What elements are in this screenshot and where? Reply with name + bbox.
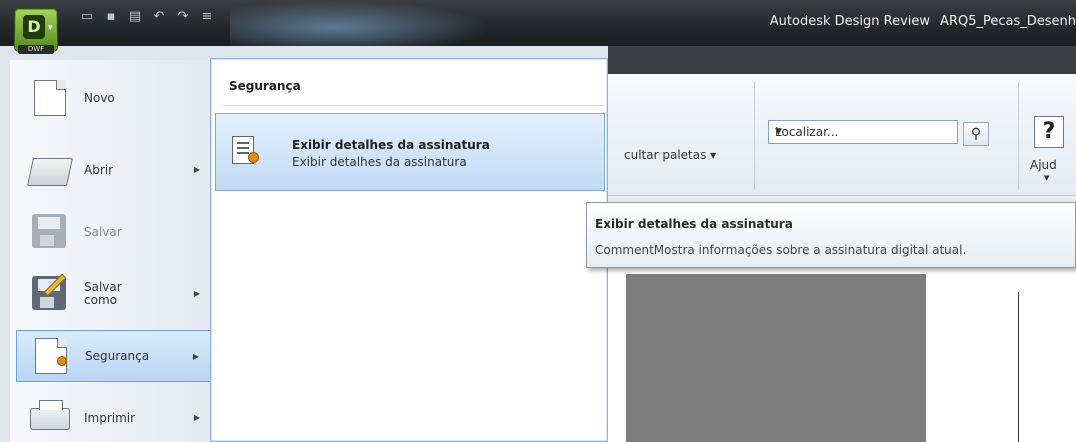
redo-icon[interactable]: ↷ xyxy=(174,9,192,25)
ribbon: cultar paletas ▾ Localizar... ▼ ⚲ ? Ajud… xyxy=(608,74,1076,196)
menu-item-label: Salvar xyxy=(84,224,122,239)
ribbon-separator xyxy=(754,82,755,190)
divider xyxy=(1018,292,1019,442)
save-icon xyxy=(30,214,72,250)
tooltip: Exibir detalhes da assinatura CommentMos… xyxy=(586,202,1076,268)
security-document-icon xyxy=(31,338,73,374)
undo-icon[interactable]: ↶ xyxy=(150,9,168,25)
tooltip-title: Exibir detalhes da assinatura xyxy=(595,217,793,231)
signature-details-icon xyxy=(232,136,260,168)
chevron-down-icon: ▾ xyxy=(48,23,53,33)
document-name: ARQ5_Pecas_Desenh xyxy=(940,14,1076,29)
menu-item-salvar-como[interactable]: Salvar como ▶ xyxy=(16,268,212,320)
chevron-right-icon: ▶ xyxy=(193,413,200,422)
chevron-down-icon[interactable]: ▼ xyxy=(1044,174,1049,182)
menu-item-label: Novo xyxy=(84,90,115,105)
save-as-icon xyxy=(30,273,72,312)
menu-item-label: Salvar como xyxy=(84,281,122,307)
new-document-icon xyxy=(30,80,72,116)
menu-item-abrir[interactable]: Abrir ▶ xyxy=(16,144,212,196)
save-icon[interactable]: ▪ xyxy=(102,9,120,25)
hide-palettes-button[interactable]: cultar paletas ▾ xyxy=(624,148,716,162)
menu-item-salvar[interactable]: Salvar xyxy=(16,206,212,258)
window-title: Autodesk Design Review ARQ5_Pecas_Desenh xyxy=(770,14,1076,29)
new-doc-icon[interactable]: ▭ xyxy=(78,9,96,25)
open-folder-icon xyxy=(27,152,73,188)
title-bar: ▭ ▪ ▤ ↶ ↷ ≡ Autodesk Design Review ARQ5_P… xyxy=(0,0,1076,46)
menu-item-label: Abrir xyxy=(84,162,114,177)
app-button-tag: DWF xyxy=(18,45,54,54)
submenu-item-title: Exibir detalhes da assinatura xyxy=(292,138,490,152)
binoculars-icon[interactable]: ⚲ xyxy=(963,122,989,146)
chevron-right-icon: ▶ xyxy=(193,289,200,298)
hide-palettes-label: cultar paletas xyxy=(624,148,707,162)
show-signature-details-item[interactable]: Exibir detalhes da assinatura Exibir det… xyxy=(215,113,605,191)
chevron-down-icon: ▾ xyxy=(710,148,717,162)
security-submenu: Segurança Exibir detalhes da assinatura … xyxy=(210,58,608,442)
ribbon-tab-strip xyxy=(608,46,1076,74)
printer-icon xyxy=(30,400,72,436)
menu-item-label-line2: como xyxy=(84,293,117,307)
app-name: Autodesk Design Review xyxy=(769,14,931,29)
menu-item-novo[interactable]: Novo xyxy=(16,72,212,124)
tooltip-body: CommentMostra informações sobre a assina… xyxy=(595,243,967,257)
submenu-separator xyxy=(223,105,603,106)
help-label[interactable]: Ajud xyxy=(1030,158,1057,172)
submenu-item-description: Exibir detalhes da assinatura xyxy=(292,155,467,169)
application-menu-button[interactable]: D ▾ DWF xyxy=(14,8,58,54)
menu-item-label: Segurança xyxy=(85,348,150,363)
menu-item-label-line1: Salvar xyxy=(84,280,122,294)
submenu-header: Segurança xyxy=(229,79,301,93)
app-logo-icon: D xyxy=(23,15,45,39)
ribbon-separator xyxy=(1018,82,1019,190)
canvas-area[interactable] xyxy=(626,274,926,442)
search-input[interactable]: Localizar... ▼ xyxy=(768,120,958,144)
title-bar-glow xyxy=(230,0,490,46)
application-menu: Novo Abrir ▶ Salvar Salvar como ▶ Seguran… xyxy=(10,60,216,442)
chevron-right-icon: ▶ xyxy=(192,352,199,361)
menu-item-seguranca[interactable]: Segurança ▶ xyxy=(16,330,212,382)
help-icon[interactable]: ? xyxy=(1034,116,1064,148)
menu-item-imprimir[interactable]: Imprimir ▶ xyxy=(16,392,212,442)
quick-access-toolbar: ▭ ▪ ▤ ↶ ↷ ≡ xyxy=(78,9,216,25)
menu-item-label: Imprimir xyxy=(84,410,136,425)
chevron-right-icon: ▶ xyxy=(193,165,200,174)
customize-icon[interactable]: ≡ xyxy=(198,9,216,25)
chevron-down-icon[interactable]: ▼ xyxy=(775,127,949,137)
print-icon[interactable]: ▤ xyxy=(126,9,144,25)
